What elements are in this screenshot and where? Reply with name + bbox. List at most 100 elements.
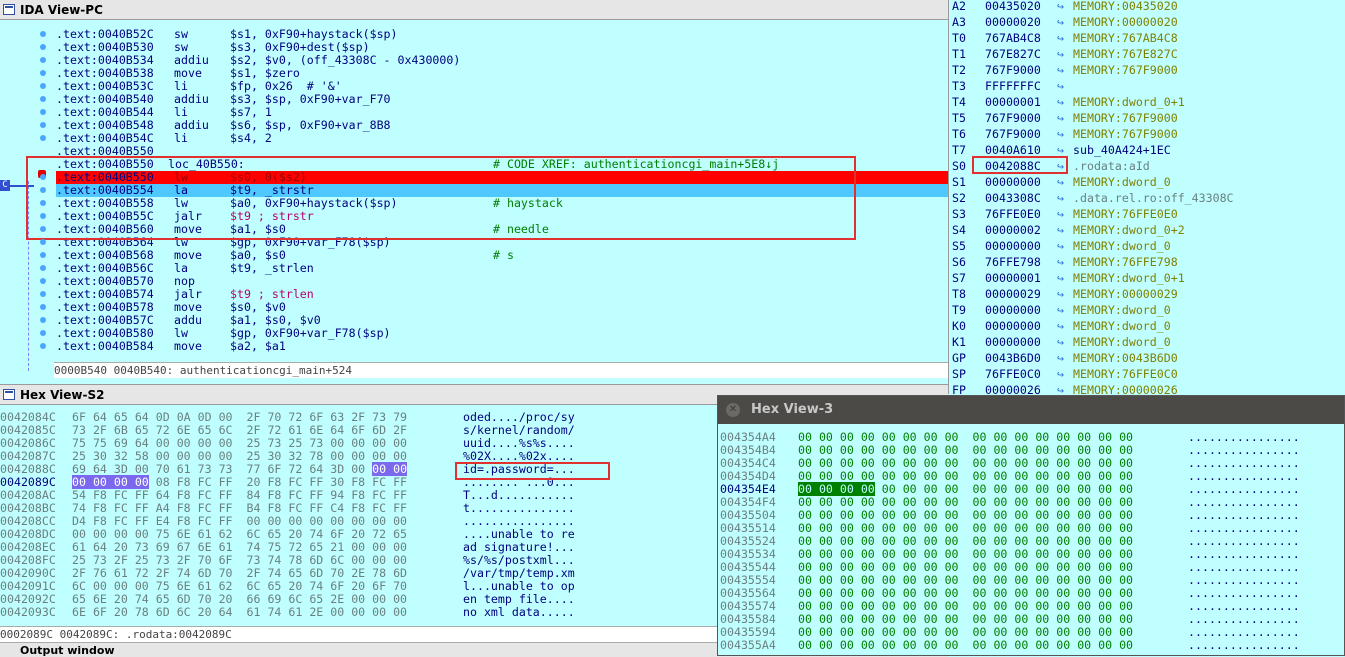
hex-bytes[interactable]: 00 00 00 00 00 00 00 00 00 00 00 00 00 0…	[798, 639, 1133, 652]
jump-arrow-icon[interactable]: ↪	[1057, 352, 1064, 365]
jump-arrow-icon[interactable]: ↪	[1057, 16, 1064, 29]
register-reference[interactable]: MEMORY:00435020	[1073, 0, 1178, 13]
ida-view-titlebar[interactable]: IDA View-PC	[0, 0, 948, 20]
instruction-dot-icon[interactable]	[40, 70, 46, 76]
hex-view-3-titlebar[interactable]: ✕ Hex View-3	[718, 396, 1344, 424]
register-reference[interactable]: MEMORY:767F9000	[1073, 64, 1178, 77]
code-line[interactable]: .text:0040B540 addiu $s3, $sp, 0xF90+var_F…	[56, 93, 948, 106]
register-reference[interactable]: MEMORY:dword_0	[1073, 240, 1171, 253]
register-reference[interactable]: MEMORY:dword_0	[1073, 304, 1171, 317]
code-line[interactable]: .text:0040B57C addu $a1, $s0, $v0	[56, 314, 948, 327]
register-value[interactable]: 767F9000	[985, 64, 1041, 77]
register-row[interactable]: T8 00000029 ↪ MEMORY:00000029	[949, 288, 1345, 304]
hex-view-3-window[interactable]: ✕ Hex View-3 004354A4 00 00 00 00 00 00 0…	[717, 395, 1345, 656]
register-row[interactable]: T5 767F9000 ↪ MEMORY:767F9000	[949, 112, 1345, 128]
register-row[interactable]: S1 00000000 ↪ MEMORY:dword_0	[949, 176, 1345, 192]
jump-arrow-icon[interactable]: ↪	[1057, 384, 1064, 395]
register-row[interactable]: T2 767F9000 ↪ MEMORY:767F9000	[949, 64, 1345, 80]
instruction-dot-icon[interactable]	[40, 213, 46, 219]
instruction-dot-icon[interactable]	[40, 343, 46, 349]
jump-arrow-icon[interactable]: ↪	[1057, 208, 1064, 221]
jump-arrow-icon[interactable]: ↪	[1057, 192, 1064, 205]
register-reference[interactable]: sub_40A424+1EC	[1073, 144, 1171, 157]
close-icon[interactable]: ✕	[726, 403, 740, 417]
instruction-dot-icon[interactable]	[40, 265, 46, 271]
register-value[interactable]: 00000000	[985, 304, 1041, 317]
register-value[interactable]: 767AB4C8	[985, 32, 1041, 45]
selected-bytes[interactable]: 00 00	[372, 462, 408, 476]
code-line[interactable]: .text:0040B54C li $s4, 2	[56, 132, 948, 145]
register-row[interactable]: S6 76FFE798 ↪ MEMORY:76FFE798	[949, 256, 1345, 272]
register-reference[interactable]: MEMORY:dword_0	[1073, 176, 1171, 189]
registers-pane[interactable]: A2 00435020 ↪ MEMORY:00435020 A3 00000020 ↪ MEM…	[948, 0, 1345, 394]
jump-arrow-icon[interactable]: ↪	[1057, 112, 1064, 125]
register-value[interactable]: 00000000	[985, 176, 1041, 189]
register-reference[interactable]: MEMORY:76FFE0C0	[1073, 368, 1178, 381]
register-reference[interactable]: MEMORY:00000026	[1073, 384, 1178, 395]
jump-arrow-icon[interactable]: ↪	[1057, 0, 1064, 13]
register-row[interactable]: T9 00000000 ↪ MEMORY:dword_0	[949, 304, 1345, 320]
register-reference[interactable]: MEMORY:767E827C	[1073, 48, 1178, 61]
register-value[interactable]: 76FFE0E0	[985, 208, 1041, 221]
jump-arrow-icon[interactable]: ↪	[1057, 272, 1064, 285]
register-reference[interactable]: .data.rel.ro:off_43308C	[1073, 192, 1234, 205]
register-value[interactable]: 767E827C	[985, 48, 1041, 61]
register-row[interactable]: S5 00000000 ↪ MEMORY:dword_0	[949, 240, 1345, 256]
hex-bytes[interactable]: 6E 6F 20 78 6D 6C 20 64 61 74 61 2E 00 0…	[72, 606, 407, 619]
register-value[interactable]: 00000000	[985, 240, 1041, 253]
code-line[interactable]: .text:0040B584 move $a2, $a1	[56, 340, 948, 353]
instruction-dot-icon[interactable]	[40, 174, 46, 180]
jump-arrow-icon[interactable]: ↪	[1057, 224, 1064, 237]
register-reference[interactable]: MEMORY:dword_0+1	[1073, 96, 1185, 109]
register-row[interactable]: T6 767F9000 ↪ MEMORY:767F9000	[949, 128, 1345, 144]
jump-arrow-icon[interactable]: ↪	[1057, 80, 1064, 93]
pc-marker[interactable]: C	[0, 180, 10, 191]
register-value[interactable]: FFFFFFFC	[985, 80, 1041, 93]
code-line[interactable]: .text:0040B538 move $s1, $zero	[56, 67, 948, 80]
jump-arrow-icon[interactable]: ↪	[1057, 96, 1064, 109]
instruction-dot-icon[interactable]	[40, 44, 46, 50]
instruction-dot-icon[interactable]	[40, 304, 46, 310]
register-value[interactable]: 00000000	[985, 336, 1041, 349]
hex-ascii[interactable]: no xml data.....	[463, 606, 575, 619]
register-value[interactable]: 00435020	[985, 0, 1041, 13]
jump-arrow-icon[interactable]: ↪	[1057, 240, 1064, 253]
instruction-dot-icon[interactable]	[40, 135, 46, 141]
register-reference[interactable]: MEMORY:76FFE798	[1073, 256, 1178, 269]
register-row[interactable]: A3 00000020 ↪ MEMORY:00000020	[949, 16, 1345, 32]
register-reference[interactable]: MEMORY:76FFE0E0	[1073, 208, 1178, 221]
jump-arrow-icon[interactable]: ↪	[1057, 48, 1064, 61]
instruction-dot-icon[interactable]	[40, 252, 46, 258]
register-reference[interactable]: MEMORY:dword_0+1	[1073, 272, 1185, 285]
instruction-dot-icon[interactable]	[40, 291, 46, 297]
register-row[interactable]: T0 767AB4C8 ↪ MEMORY:767AB4C8	[949, 32, 1345, 48]
jump-arrow-icon[interactable]: ↪	[1057, 32, 1064, 45]
register-value[interactable]: 0043B6D0	[985, 352, 1041, 365]
selected-bytes[interactable]: 00 00 00 00	[798, 482, 875, 496]
instruction-dot-icon[interactable]	[40, 109, 46, 115]
jump-arrow-icon[interactable]: ↪	[1057, 256, 1064, 269]
register-reference[interactable]: MEMORY:0043B6D0	[1073, 352, 1178, 365]
instruction-dot-icon[interactable]	[40, 239, 46, 245]
instruction-dot-icon[interactable]	[40, 200, 46, 206]
register-reference[interactable]: MEMORY:767AB4C8	[1073, 32, 1178, 45]
instruction-dot-icon[interactable]	[40, 57, 46, 63]
jump-arrow-icon[interactable]: ↪	[1057, 176, 1064, 189]
code-line[interactable]: .text:0040B52C sw $s1, 0xF90+haystack($sp)	[56, 28, 948, 41]
register-value[interactable]: 00000000	[985, 320, 1041, 333]
selected-bytes[interactable]: 00 00 00 00	[72, 475, 149, 489]
register-value[interactable]: 00000026	[985, 384, 1041, 395]
register-row[interactable]: FP 00000026 ↪ MEMORY:00000026	[949, 384, 1345, 395]
jump-arrow-icon[interactable]: ↪	[1057, 64, 1064, 77]
register-row[interactable]: S2 0043308C ↪ .data.rel.ro:off_43308C	[949, 192, 1345, 208]
register-row[interactable]: GP 0043B6D0 ↪ MEMORY:0043B6D0	[949, 352, 1345, 368]
register-row[interactable]: T3 FFFFFFFC ↪	[949, 80, 1345, 96]
register-row[interactable]: T4 00000001 ↪ MEMORY:dword_0+1	[949, 96, 1345, 112]
register-value[interactable]: 76FFE798	[985, 256, 1041, 269]
register-value[interactable]: 767F9000	[985, 128, 1041, 141]
register-row[interactable]: S7 00000001 ↪ MEMORY:dword_0+1	[949, 272, 1345, 288]
instruction-dot-icon[interactable]	[40, 122, 46, 128]
register-row[interactable]: A2 00435020 ↪ MEMORY:00435020	[949, 0, 1345, 16]
register-row[interactable]: SP 76FFE0C0 ↪ MEMORY:76FFE0C0	[949, 368, 1345, 384]
register-value[interactable]: 00000020	[985, 16, 1041, 29]
